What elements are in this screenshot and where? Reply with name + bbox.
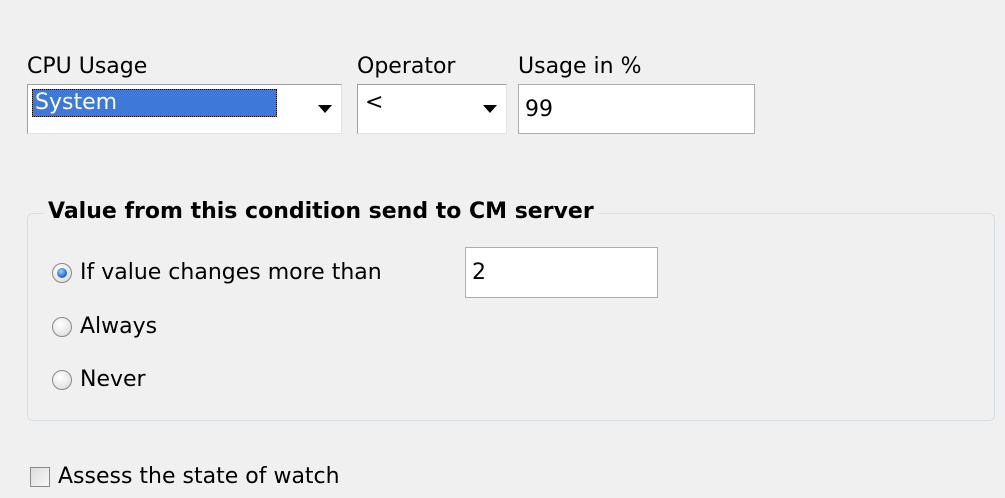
radio-never[interactable]: Never [52,367,146,393]
radio-always[interactable]: Always [52,314,157,340]
usage-percent-label: Usage in % [518,54,642,79]
radio-button-checked[interactable] [52,263,72,283]
cpu-usage-selected-value: System [32,89,277,117]
cpu-usage-label: CPU Usage [27,54,148,79]
operator-dropdown[interactable]: < [357,84,507,134]
chevron-down-icon [318,105,332,113]
threshold-input[interactable] [466,248,657,297]
radio-if-value-changes[interactable]: If value changes more than [52,260,382,286]
usage-percent-input[interactable] [519,85,754,133]
radio-button[interactable] [52,317,72,337]
assess-state-checkbox-row[interactable]: Assess the state of watch [30,464,340,490]
radio-label: Never [80,367,146,392]
radio-label: If value changes more than [80,260,382,285]
radio-label: Always [80,314,158,339]
radio-button[interactable] [52,370,72,390]
dropdown-arrow-button[interactable] [309,85,341,133]
assess-state-checkbox[interactable] [30,467,50,487]
threshold-field[interactable] [465,247,658,298]
send-condition-groupbox [27,213,995,421]
operator-selected-value: < [365,90,384,115]
usage-percent-field[interactable] [518,84,755,134]
cpu-usage-dropdown[interactable]: System [27,84,342,134]
dropdown-arrow-button[interactable] [474,85,506,133]
send-condition-group-title: Value from this condition send to CM ser… [44,199,598,225]
chevron-down-icon [483,105,497,113]
operator-label: Operator [357,54,456,79]
assess-state-label: Assess the state of watch [58,464,340,489]
